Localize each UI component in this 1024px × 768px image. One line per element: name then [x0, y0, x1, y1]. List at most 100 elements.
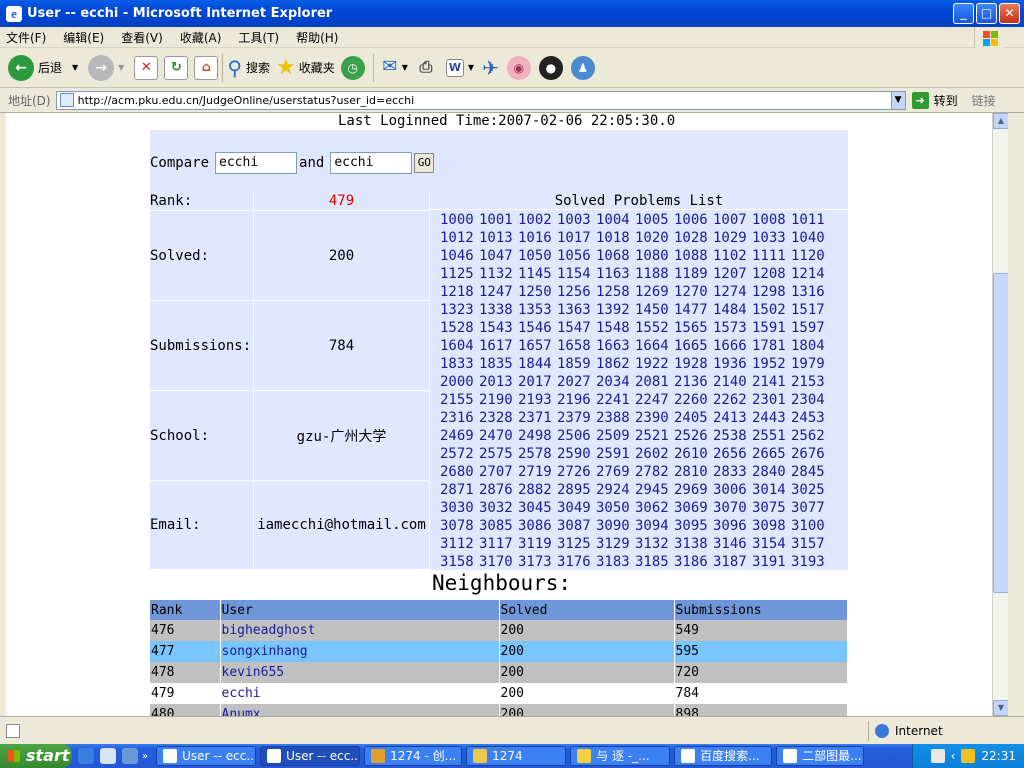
- problem-link[interactable]: 2924: [596, 481, 635, 499]
- problem-link[interactable]: 1154: [557, 265, 596, 283]
- problem-link[interactable]: 2196: [557, 391, 596, 409]
- problem-link[interactable]: 2590: [557, 445, 596, 463]
- problem-link[interactable]: 1033: [752, 229, 791, 247]
- quicklaunch-desktop-icon[interactable]: [100, 748, 116, 764]
- problem-link[interactable]: 2882: [518, 481, 557, 499]
- problem-link[interactable]: 1189: [674, 265, 713, 283]
- problem-link[interactable]: 1080: [635, 247, 674, 265]
- task-graph[interactable]: 二部图最...: [776, 746, 865, 766]
- problem-link[interactable]: 2509: [596, 427, 635, 445]
- problem-link[interactable]: 1804: [791, 337, 830, 355]
- problem-link[interactable]: 3014: [752, 481, 791, 499]
- problem-link[interactable]: 1363: [557, 301, 596, 319]
- problem-link[interactable]: 2027: [557, 373, 596, 391]
- problem-link[interactable]: 1269: [635, 283, 674, 301]
- user-link[interactable]: ecchi: [222, 686, 261, 701]
- problem-link[interactable]: 1102: [713, 247, 752, 265]
- problem-link[interactable]: 3087: [557, 517, 596, 535]
- address-input[interactable]: http://acm.pku.edu.cn/JudgeOnline/userst…: [55, 90, 906, 110]
- problem-link[interactable]: 1247: [479, 283, 518, 301]
- word-edit-icon[interactable]: W: [445, 58, 464, 77]
- problem-link[interactable]: 3117: [479, 535, 518, 553]
- problem-link[interactable]: 1208: [752, 265, 791, 283]
- problem-link[interactable]: 1298: [752, 283, 791, 301]
- problem-link[interactable]: 2453: [791, 409, 830, 427]
- problem-link[interactable]: 2470: [479, 427, 518, 445]
- problem-link[interactable]: 2665: [752, 445, 791, 463]
- scroll-down-icon[interactable]: ▼: [993, 700, 1009, 716]
- problem-link[interactable]: 1835: [479, 355, 518, 373]
- problem-link[interactable]: 3157: [791, 535, 830, 553]
- history-icon[interactable]: ◷: [340, 55, 365, 80]
- problem-link[interactable]: 1068: [596, 247, 635, 265]
- refresh-icon[interactable]: ↻: [164, 55, 189, 80]
- problem-link[interactable]: 3176: [557, 553, 596, 571]
- problem-link[interactable]: 2521: [635, 427, 674, 445]
- task-ie-1[interactable]: User -- ecc...: [156, 746, 257, 766]
- problem-link[interactable]: 1012: [440, 229, 479, 247]
- problem-link[interactable]: 2017: [518, 373, 557, 391]
- problem-link[interactable]: 2610: [674, 445, 713, 463]
- problem-link[interactable]: 1484: [713, 301, 752, 319]
- problem-link[interactable]: 2443: [752, 409, 791, 427]
- problem-link[interactable]: 2405: [674, 409, 713, 427]
- problem-link[interactable]: 1928: [674, 355, 713, 373]
- problem-link[interactable]: 3129: [596, 535, 635, 553]
- pig-icon[interactable]: ◉: [506, 55, 531, 80]
- problem-link[interactable]: 3132: [635, 535, 674, 553]
- problem-link[interactable]: 1145: [518, 265, 557, 283]
- problem-link[interactable]: 1573: [713, 319, 752, 337]
- problem-link[interactable]: 1018: [596, 229, 635, 247]
- problem-link[interactable]: 1056: [557, 247, 596, 265]
- problem-link[interactable]: 1125: [440, 265, 479, 283]
- menu-favorites[interactable]: 收藏(A): [180, 29, 222, 46]
- task-baidu[interactable]: 百度搜索...: [674, 746, 773, 766]
- problem-link[interactable]: 1188: [635, 265, 674, 283]
- problem-link[interactable]: 1006: [674, 211, 713, 229]
- problem-link[interactable]: 2969: [674, 481, 713, 499]
- problem-link[interactable]: 2572: [440, 445, 479, 463]
- problem-link[interactable]: 3146: [713, 535, 752, 553]
- problem-link[interactable]: 1658: [557, 337, 596, 355]
- problem-link[interactable]: 1922: [635, 355, 674, 373]
- problem-link[interactable]: 1028: [674, 229, 713, 247]
- problem-link[interactable]: 1046: [440, 247, 479, 265]
- go-button[interactable]: ➜ 转到: [911, 91, 958, 109]
- problem-link[interactable]: 2388: [596, 409, 635, 427]
- quicklaunch-more-icon[interactable]: »: [142, 751, 148, 762]
- problem-link[interactable]: 2551: [752, 427, 791, 445]
- problem-link[interactable]: 2538: [713, 427, 752, 445]
- problem-link[interactable]: 3030: [440, 499, 479, 517]
- problem-link[interactable]: 3025: [791, 481, 830, 499]
- tray-expand-icon[interactable]: ‹: [951, 749, 956, 763]
- problem-link[interactable]: 2707: [479, 463, 518, 481]
- problem-link[interactable]: 2810: [674, 463, 713, 481]
- problem-link[interactable]: 1258: [596, 283, 635, 301]
- problem-link[interactable]: 2840: [752, 463, 791, 481]
- start-button[interactable]: start: [0, 744, 72, 768]
- menu-edit[interactable]: 编辑(E): [63, 29, 104, 46]
- problem-link[interactable]: 2562: [791, 427, 830, 445]
- problem-link[interactable]: 2876: [479, 481, 518, 499]
- problem-link[interactable]: 3100: [791, 517, 830, 535]
- problem-link[interactable]: 3138: [674, 535, 713, 553]
- problem-link[interactable]: 1256: [557, 283, 596, 301]
- problem-link[interactable]: 2141: [752, 373, 791, 391]
- back-button[interactable]: ← 后退 ▼: [8, 54, 78, 81]
- problem-link[interactable]: 2591: [596, 445, 635, 463]
- problem-link[interactable]: 3098: [752, 517, 791, 535]
- problem-link[interactable]: 2769: [596, 463, 635, 481]
- problem-link[interactable]: 1597: [791, 319, 830, 337]
- problem-link[interactable]: 3191: [752, 553, 791, 571]
- problem-link[interactable]: 1952: [752, 355, 791, 373]
- problem-link[interactable]: 1007: [713, 211, 752, 229]
- problem-link[interactable]: 1591: [752, 319, 791, 337]
- problem-link[interactable]: 3045: [518, 499, 557, 517]
- print-icon[interactable]: ⎙: [414, 56, 438, 80]
- problem-link[interactable]: 1936: [713, 355, 752, 373]
- problem-link[interactable]: 3050: [596, 499, 635, 517]
- problem-link[interactable]: 3186: [674, 553, 713, 571]
- problem-link[interactable]: 2782: [635, 463, 674, 481]
- problem-link[interactable]: 3125: [557, 535, 596, 553]
- problem-link[interactable]: 2328: [479, 409, 518, 427]
